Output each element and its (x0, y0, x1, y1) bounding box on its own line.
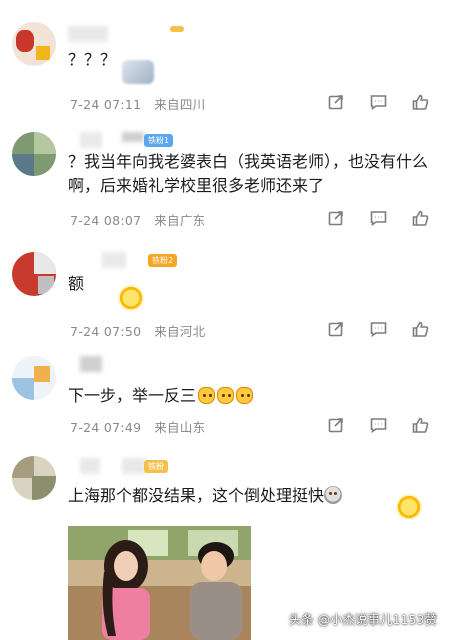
share-icon (328, 322, 343, 337)
avatar[interactable] (12, 252, 56, 296)
comment-time: 7-24 07:49 (70, 420, 142, 435)
cat-emoji (217, 387, 235, 404)
comment-meta: 7-24 07:49 来自山东 (70, 417, 205, 436)
comment-text: 额 (68, 274, 85, 293)
avatar[interactable] (12, 456, 56, 500)
avatar[interactable] (12, 132, 56, 176)
like-icon (412, 321, 428, 337)
like-button[interactable] (399, 415, 441, 435)
username[interactable] (68, 26, 188, 44)
comment-time: 7-24 08:07 (70, 213, 142, 228)
share-button[interactable] (315, 208, 357, 228)
comment-text-body: 上海那个都没结果，这个倒处理挺快 (68, 486, 325, 505)
share-icon (328, 418, 343, 433)
like-icon (412, 94, 428, 110)
comment-actions (315, 415, 441, 435)
comment-icon (370, 95, 386, 110)
comment-text: 上海那个都没结果，这个倒处理挺快 (68, 484, 343, 508)
comment-location: 来自四川 (154, 97, 206, 112)
comment-time: 7-24 07:50 (70, 324, 142, 339)
comment-actions (315, 319, 441, 339)
comment-location: 来自广东 (154, 213, 206, 228)
username[interactable] (68, 356, 208, 374)
share-icon (328, 95, 343, 110)
reply-button[interactable] (357, 92, 399, 112)
sticker (122, 60, 154, 84)
like-icon (412, 210, 428, 226)
username[interactable]: 铁粉 (68, 458, 208, 476)
comment-meta: 7-24 08:07 来自广东 (70, 210, 205, 229)
comment-time: 7-24 07:11 (70, 97, 142, 112)
share-icon (328, 211, 343, 226)
like-button[interactable] (399, 92, 441, 112)
comment-text-body: 下一步，举一反三 (68, 386, 197, 405)
fan-badge: 铁粉2 (148, 254, 178, 267)
comment-meta: 7-24 07:11 来自四川 (70, 94, 205, 113)
username[interactable]: 铁粉2 (68, 252, 208, 270)
comment-text: ？我当年向我老婆表白（我英语老师），也没有什么啊，后来婚礼学校里很多老师还来了 (68, 152, 429, 195)
like-button[interactable] (399, 208, 441, 228)
share-button[interactable] (315, 319, 357, 339)
comment-actions (315, 208, 441, 228)
reply-button[interactable] (357, 208, 399, 228)
fan-badge: 铁粉1 (144, 134, 174, 147)
like-button[interactable] (399, 319, 441, 339)
comment-meta: 7-24 07:50 来自河北 (70, 321, 205, 340)
comment-icon (370, 211, 386, 226)
sticker (118, 285, 144, 311)
comment-text: ？？？ (68, 50, 117, 69)
fan-badge: 铁粉 (144, 460, 168, 473)
comment-location: 来自河北 (154, 324, 206, 339)
comment-icon (370, 418, 386, 433)
like-icon (412, 417, 428, 433)
watermark: 头条 @小杰说事儿1153赞 (288, 612, 437, 627)
photo-illustration (68, 526, 251, 640)
comment-image[interactable] (68, 526, 251, 640)
cat-emoji (198, 387, 216, 404)
share-button[interactable] (315, 415, 357, 435)
reply-button[interactable] (357, 319, 399, 339)
cat-emoji (236, 387, 254, 404)
comment-actions (315, 92, 441, 112)
comment-icon (370, 322, 386, 337)
sticker (396, 494, 422, 520)
avatar[interactable] (12, 356, 56, 400)
comment-location: 来自山东 (154, 420, 206, 435)
comment-text: 下一步，举一反三 (68, 384, 254, 408)
avatar[interactable] (12, 22, 56, 66)
reply-button[interactable] (357, 415, 399, 435)
username[interactable]: 铁粉1 (68, 132, 208, 150)
share-button[interactable] (315, 92, 357, 112)
emoji (324, 486, 343, 504)
